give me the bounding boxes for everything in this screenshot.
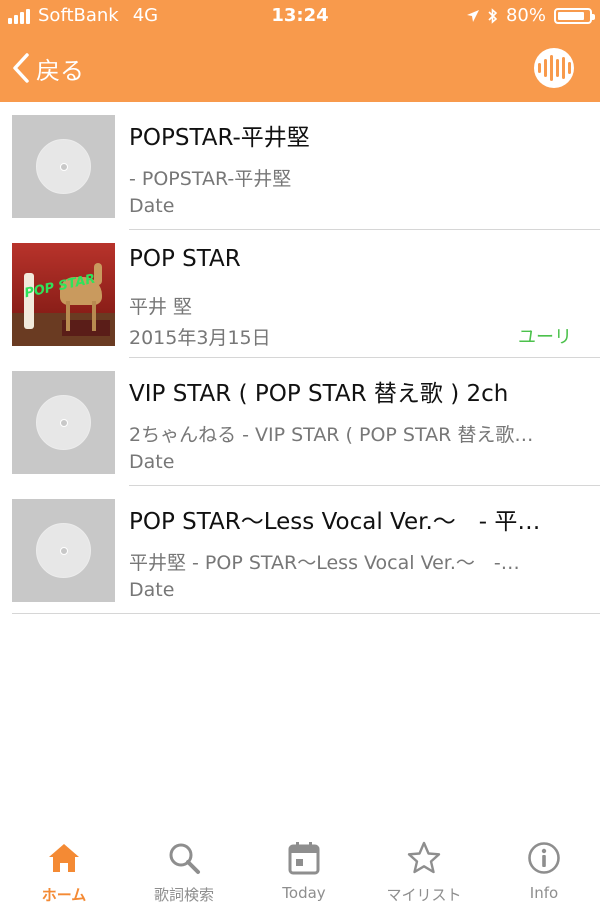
battery-percent: 80% — [505, 5, 546, 26]
star-icon — [407, 841, 441, 874]
song-subtitle: - POPSTAR-平井堅 — [129, 168, 292, 190]
tab-lyrics-search[interactable]: 歌詞検索 — [124, 838, 244, 905]
result-list: POPSTAR-平井堅 - POPSTAR-平井堅 Date POP STAR … — [0, 102, 600, 614]
list-item[interactable]: VIP STAR ( POP STAR 替え歌 ) 2ch 2ちゃんねる - V… — [0, 358, 600, 486]
back-label: 戻る — [36, 56, 84, 85]
tab-label: ホーム — [41, 886, 87, 904]
bluetooth-icon — [488, 7, 498, 24]
tab-home[interactable]: ホーム — [4, 838, 124, 905]
list-item[interactable]: POPSTAR-平井堅 - POPSTAR-平井堅 Date — [0, 102, 600, 230]
song-title: VIP STAR ( POP STAR 替え歌 ) 2ch — [129, 381, 509, 407]
tab-label: マイリスト — [386, 886, 462, 904]
battery-icon — [554, 7, 595, 24]
contributor-tag: ユーリ — [518, 327, 572, 348]
placeholder-disc-icon — [12, 499, 115, 602]
placeholder-disc-icon — [12, 115, 115, 218]
tab-label: 歌詞検索 — [153, 886, 214, 904]
top-bar: SoftBank 4G 13:24 80% 戻る — [0, 0, 600, 102]
tab-label: Today — [282, 884, 326, 902]
song-title: POP STAR — [129, 246, 241, 272]
song-title: POPSTAR-平井堅 — [129, 125, 310, 151]
song-date: 2015年3月15日 — [129, 327, 271, 349]
list-item[interactable]: POP STAR POP STAR 平井 堅 2015年3月15日 ユーリ — [0, 230, 600, 358]
song-subtitle: 2ちゃんねる - VIP STAR ( POP STAR 替え歌… — [129, 424, 534, 446]
back-button[interactable]: 戻る — [12, 48, 84, 88]
search-icon — [169, 843, 200, 874]
voice-search-button[interactable] — [534, 48, 574, 88]
tab-today[interactable]: Today — [244, 838, 364, 902]
song-date: Date — [129, 579, 175, 601]
calendar-icon — [288, 842, 320, 875]
divider — [12, 613, 600, 614]
tab-mylist[interactable]: マイリスト — [364, 838, 484, 905]
status-bar: SoftBank 4G 13:24 80% — [0, 0, 600, 34]
tab-bar: ホーム 歌詞検索 Today マイリスト Info — [0, 810, 600, 908]
song-title: POP STAR～Less Vocal Ver.～ - 平… — [129, 509, 541, 535]
placeholder-disc-icon — [12, 371, 115, 474]
home-icon — [49, 844, 79, 872]
tab-info[interactable]: Info — [484, 838, 600, 902]
tab-label: Info — [529, 884, 559, 902]
list-item[interactable]: POP STAR～Less Vocal Ver.～ - 平… 平井堅 - POP… — [0, 486, 600, 614]
chevron-left-icon — [13, 53, 29, 83]
location-arrow-icon — [466, 9, 479, 22]
song-subtitle: 平井堅 - POP STAR～Less Vocal Ver.～ -… — [129, 552, 520, 574]
song-artist: 平井 堅 — [129, 296, 193, 318]
info-icon — [528, 842, 560, 874]
album-artwork: POP STAR — [12, 243, 115, 346]
song-date: Date — [129, 195, 175, 217]
song-date: Date — [129, 451, 175, 473]
